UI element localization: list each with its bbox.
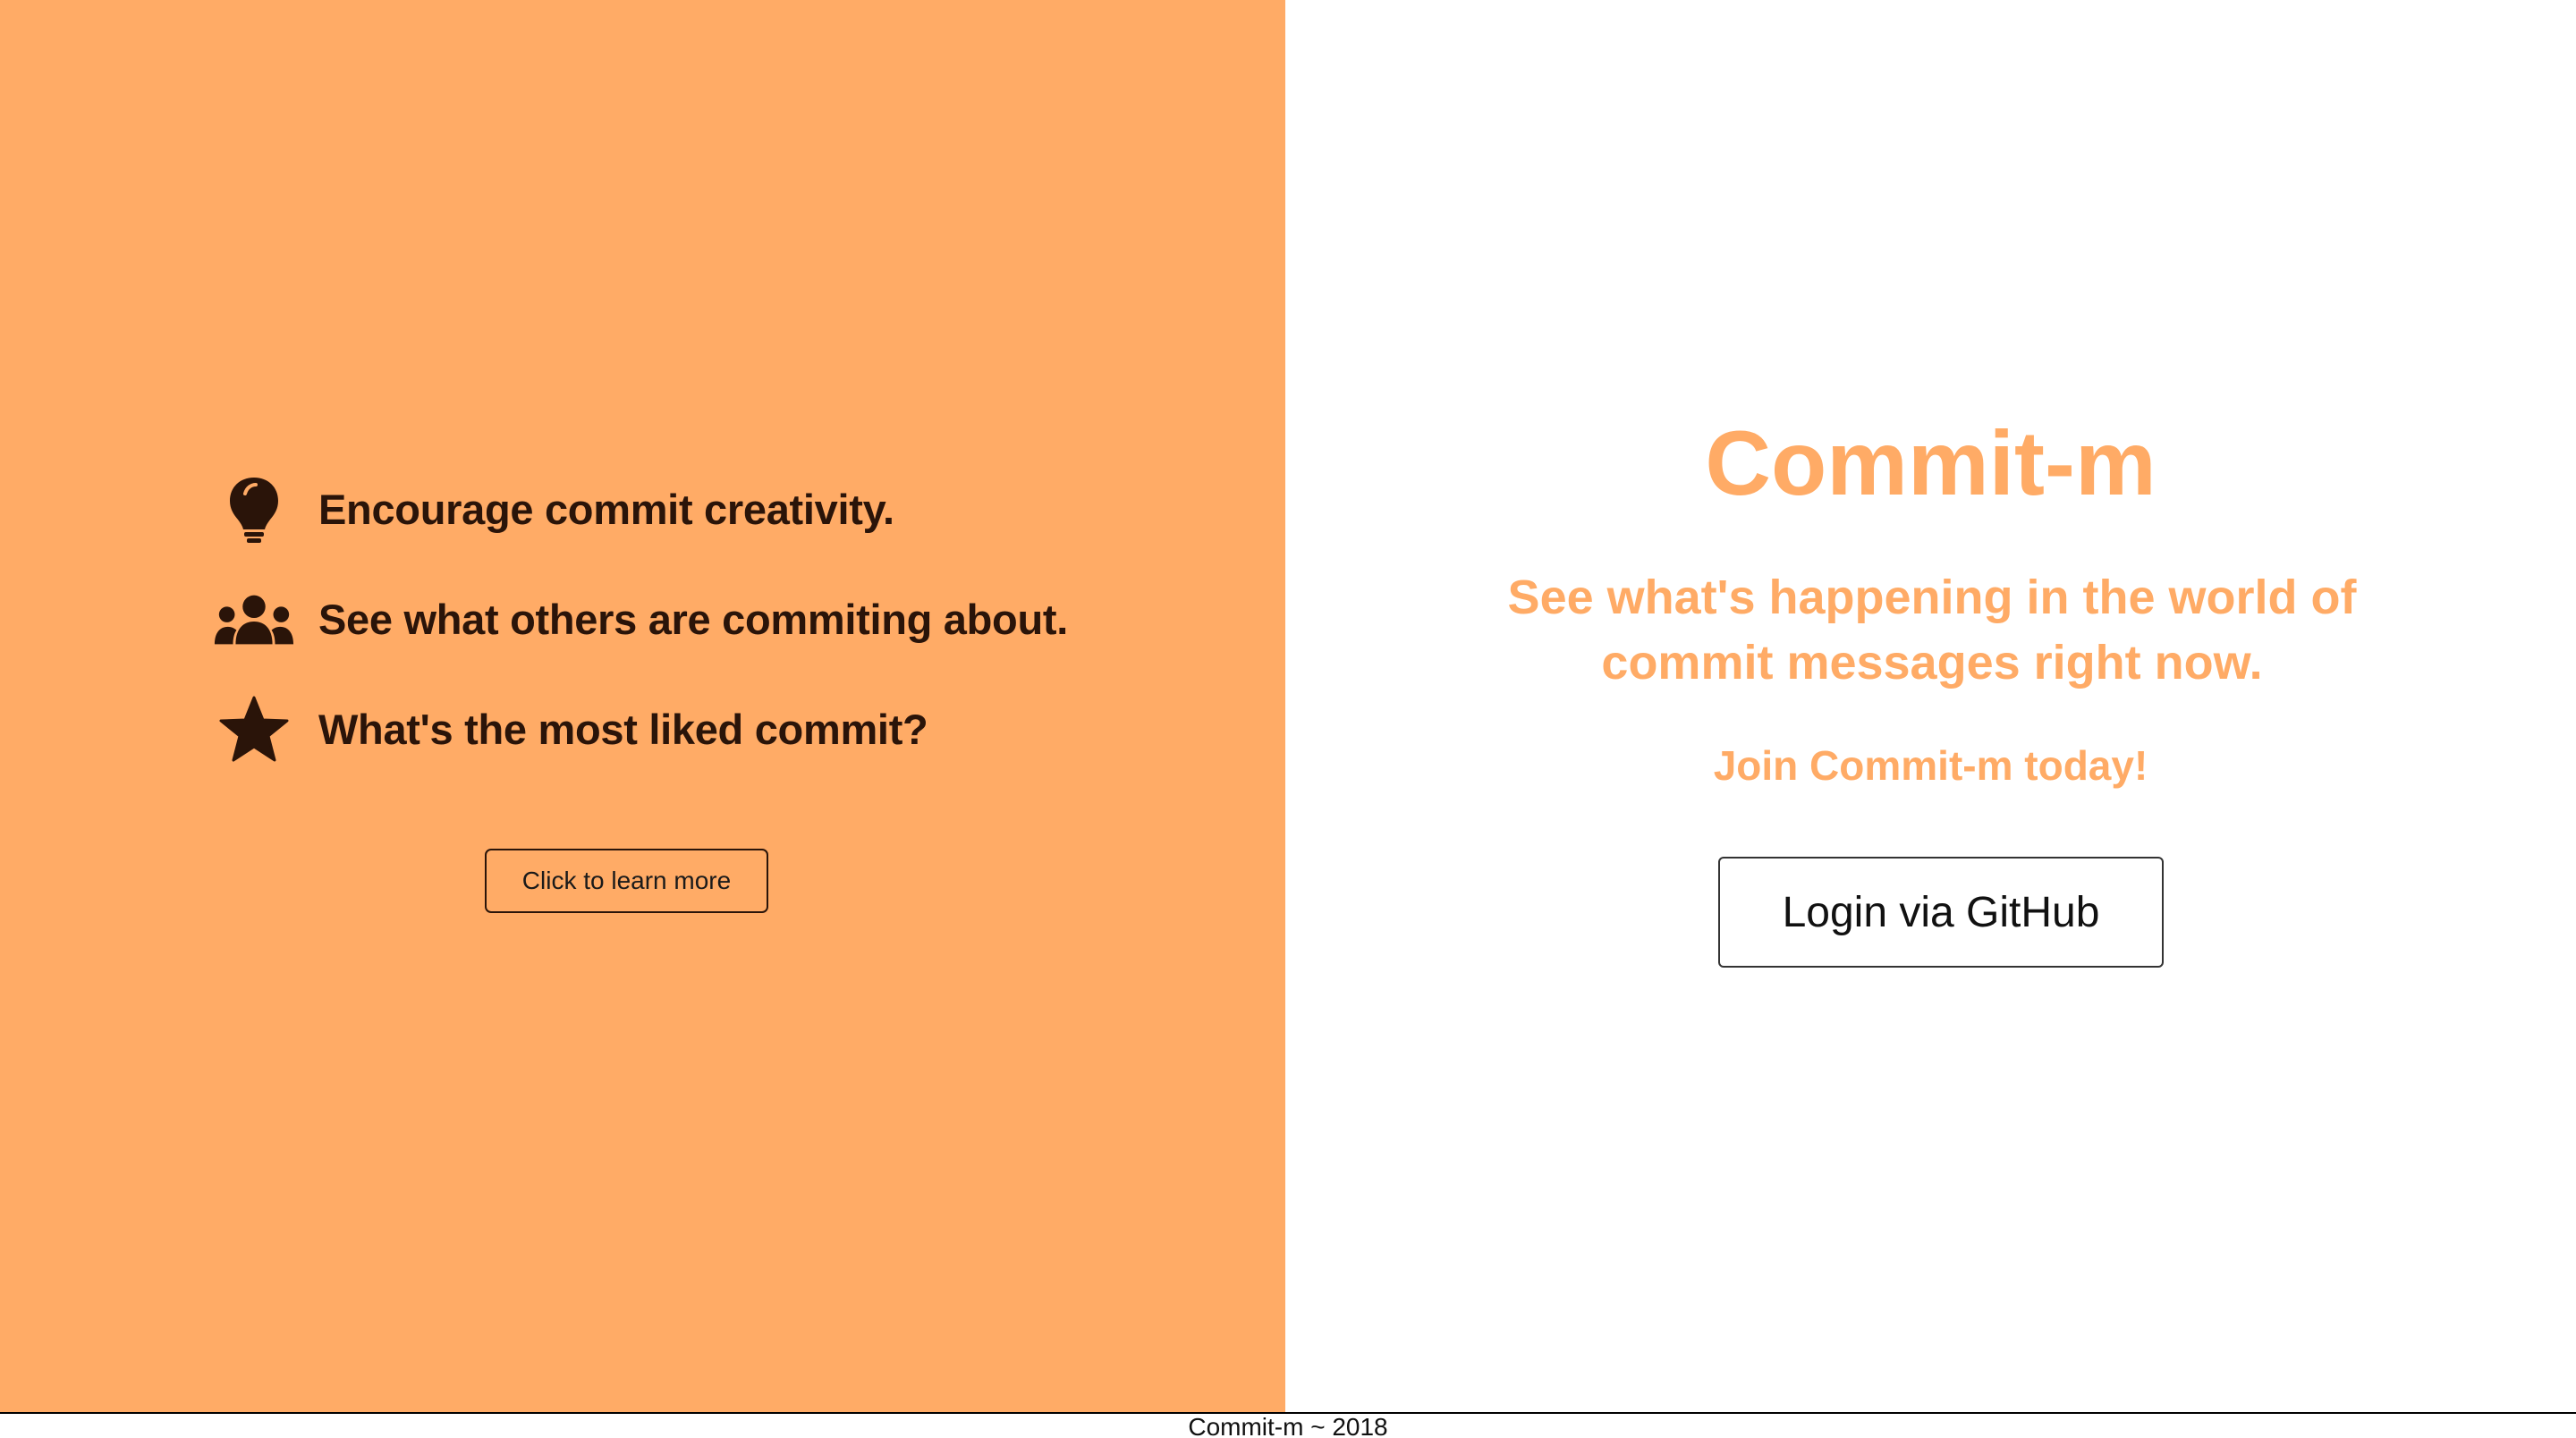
star-icon xyxy=(213,689,295,771)
learn-more-button[interactable]: Click to learn more xyxy=(485,849,768,913)
page-title: Commit-m xyxy=(1705,412,2157,514)
lightbulb-icon xyxy=(213,469,295,551)
signup-panel xyxy=(1285,0,2576,1413)
footer-text: Commit-m ~ 2018 xyxy=(1188,1413,1388,1438)
feature-text: Encourage commit creativity. xyxy=(318,486,894,533)
features-panel: Encourage commit creativity. See what ot… xyxy=(0,0,1285,1413)
join-text: Join Commit-m today! xyxy=(1713,742,2148,789)
feature-text: What's the most liked commit? xyxy=(318,706,928,753)
landing-page: Encourage commit creativity. See what ot… xyxy=(0,0,2576,1438)
footer: Commit-m ~ 2018 xyxy=(0,1412,2576,1438)
tagline: See what's happening in the world of com… xyxy=(1507,571,2357,689)
feature-item-creativity: Encourage commit creativity. xyxy=(213,454,1197,564)
feature-item-community: See what others are commiting about. xyxy=(213,564,1197,674)
login-github-button[interactable]: Login via GitHub xyxy=(1718,857,2164,968)
feature-list: Encourage commit creativity. See what ot… xyxy=(213,454,1197,784)
feature-item-liked: What's the most liked commit? xyxy=(213,674,1197,784)
feature-text: See what others are commiting about. xyxy=(318,596,1068,643)
users-icon xyxy=(213,579,295,661)
